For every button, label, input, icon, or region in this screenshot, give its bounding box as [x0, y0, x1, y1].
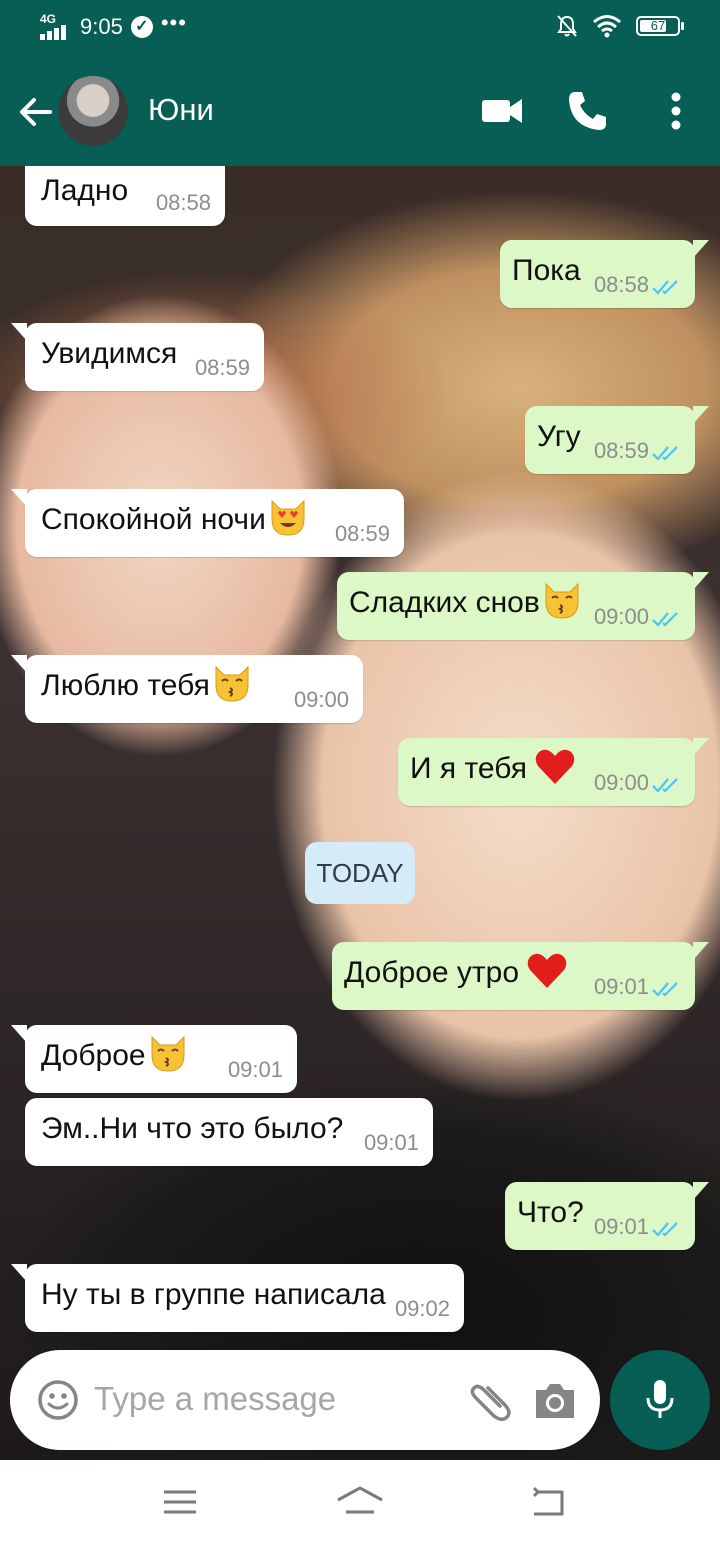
message-text: Доброе: [41, 1035, 190, 1075]
message-incoming[interactable]: Ну ты в группе написала 09:02: [11, 1264, 464, 1332]
message-text: Эм..Ни что это было?: [41, 1112, 344, 1145]
contact-name[interactable]: Юни: [148, 92, 214, 128]
message-time: 09:00: [593, 770, 649, 795]
status-left: 4G 9:05 ✓ •••: [40, 10, 187, 40]
message-text: Пока: [512, 254, 581, 287]
message-text: Доброе утро: [344, 953, 569, 992]
hamburger-icon[interactable]: [156, 1478, 204, 1526]
signal-icon: 4G: [40, 12, 72, 40]
message-time: 08:58: [155, 190, 211, 215]
kissing-cat-emoji-icon: [151, 1035, 185, 1072]
phone-icon[interactable]: [563, 86, 613, 136]
paperclip-icon[interactable]: [466, 1376, 512, 1424]
check-circle-icon: ✓: [130, 16, 153, 38]
battery-level: 67: [650, 18, 666, 33]
message-text: И я тебя: [410, 749, 577, 788]
battery-icon: 67: [636, 16, 684, 36]
message-outgoing[interactable]: Угу 08:59: [525, 406, 709, 474]
message-outgoing[interactable]: Что? 09:01: [505, 1182, 709, 1250]
network-type: 4G: [40, 12, 57, 26]
message-time: 08:59: [194, 355, 250, 380]
red-heart-emoji-icon: [527, 953, 567, 989]
message-time: 09:00: [293, 687, 349, 712]
message-incoming[interactable]: Ладно 08:58: [25, 166, 225, 226]
message-incoming[interactable]: Эм..Ни что это было? 09:01: [25, 1098, 433, 1166]
red-heart-emoji-icon: [535, 749, 575, 785]
message-time: 08:58: [593, 272, 649, 297]
status-bar: 4G 9:05 ✓ ••• 67: [0, 0, 720, 56]
avatar[interactable]: [58, 76, 128, 146]
message-time: 09:01: [593, 974, 649, 999]
read-ticks-icon: [652, 982, 678, 997]
message-input[interactable]: Type a message: [94, 1380, 336, 1418]
microphone-icon: [646, 1380, 674, 1418]
read-ticks-icon: [652, 778, 678, 793]
camera-icon[interactable]: [532, 1378, 578, 1422]
message-outgoing[interactable]: Сладких снов 09:00: [337, 572, 709, 640]
message-text: Что?: [517, 1196, 584, 1229]
heart-eyes-cat-emoji-icon: [271, 499, 305, 536]
kissing-cat-emoji-icon: [545, 582, 579, 619]
message-text: Люблю тебя: [41, 665, 254, 705]
message-text: Сладких снов: [349, 582, 584, 622]
message-input-bar[interactable]: Type a message: [10, 1350, 600, 1450]
date-divider: TODAY: [305, 842, 415, 904]
read-ticks-icon: [652, 446, 678, 461]
message-incoming[interactable]: Люблю тебя 09:00: [11, 655, 363, 723]
video-call-icon[interactable]: [478, 86, 528, 136]
message-text: Ну ты в группе написала: [41, 1278, 386, 1311]
status-time: 9:05: [80, 14, 123, 39]
read-ticks-icon: [652, 1222, 678, 1237]
status-right: 67: [556, 14, 684, 38]
message-incoming[interactable]: Доброе 09:01: [11, 1025, 297, 1093]
message-time: 08:59: [334, 521, 390, 546]
message-text: Увидимся: [41, 337, 178, 370]
message-text: Спокойной ночи: [41, 499, 310, 539]
message-time: 09:01: [227, 1057, 283, 1082]
message-time: 09:01: [593, 1214, 649, 1239]
smiley-icon[interactable]: [36, 1378, 80, 1422]
mute-bell-icon: [557, 15, 577, 37]
home-icon[interactable]: [336, 1478, 384, 1526]
more-vert-icon[interactable]: [651, 86, 701, 136]
message-time: 09:01: [363, 1130, 419, 1155]
message-outgoing[interactable]: Пока 08:58: [500, 240, 709, 308]
message-text: Угу: [537, 420, 581, 453]
message-outgoing[interactable]: Доброе утро 09:01: [332, 942, 709, 1010]
read-ticks-icon: [652, 612, 678, 627]
more-notifications-icon: •••: [160, 10, 187, 35]
arrow-left-icon[interactable]: [16, 92, 56, 132]
read-ticks-icon: [652, 280, 678, 295]
kissing-cat-emoji-icon: [215, 665, 249, 702]
message-text: Ладно: [41, 174, 129, 207]
message-time: 09:00: [593, 604, 649, 629]
back-nav-icon[interactable]: [524, 1478, 572, 1526]
message-incoming[interactable]: Увидимся 08:59: [11, 323, 264, 391]
chat-area[interactable]: Ладно 08:58 Пока 08:58 Увидимся 08:59 Уг…: [0, 166, 720, 1460]
microphone-button[interactable]: [610, 1350, 710, 1450]
message-outgoing[interactable]: И я тебя 09:00: [398, 738, 709, 806]
wifi-icon: [593, 15, 621, 38]
message-incoming[interactable]: Спокойной ночи 08:59: [11, 489, 404, 557]
message-time: 09:02: [394, 1296, 450, 1321]
system-nav-bar: [0, 1460, 720, 1544]
chat-header: Юни: [0, 56, 720, 166]
message-time: 08:59: [593, 438, 649, 463]
